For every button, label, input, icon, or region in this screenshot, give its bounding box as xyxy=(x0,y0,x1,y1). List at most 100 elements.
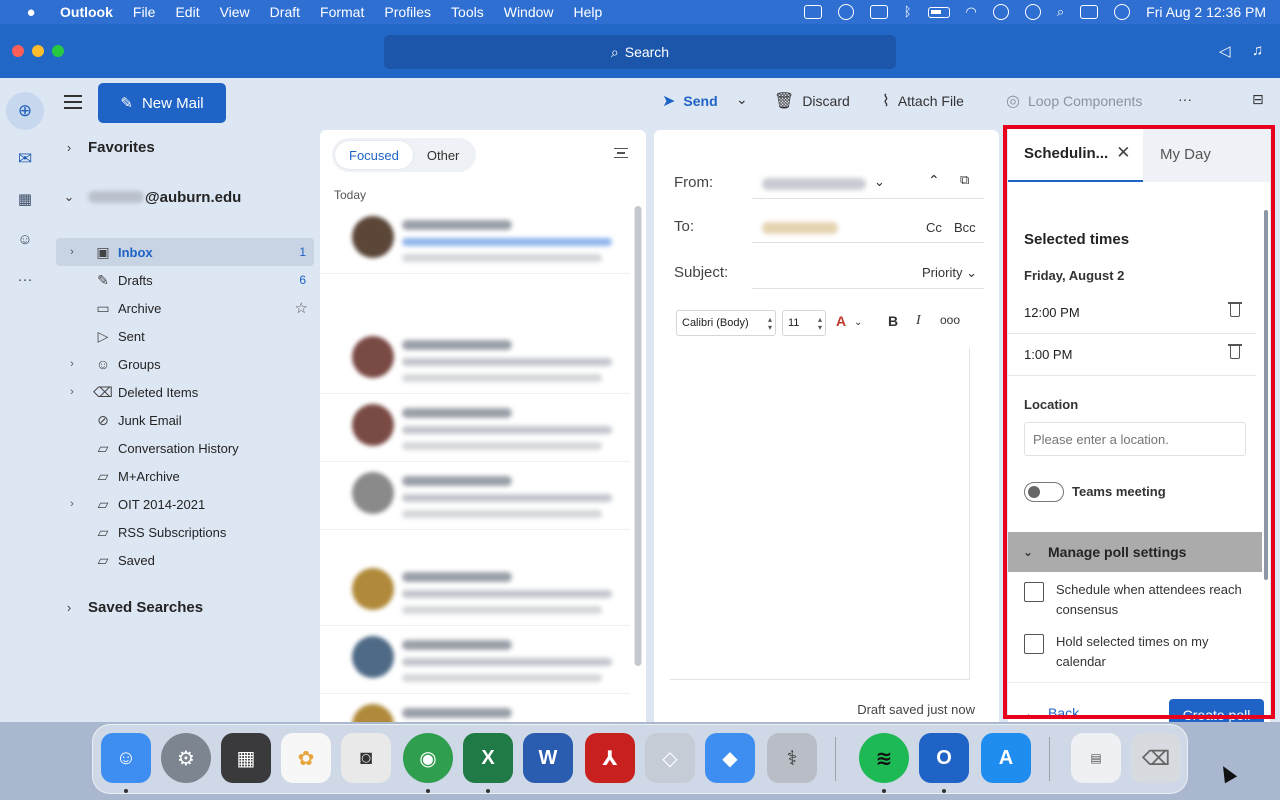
filter-icon[interactable] xyxy=(614,148,628,158)
bcc-button[interactable]: Bcc xyxy=(954,220,976,235)
menu-window[interactable]: Window xyxy=(494,4,564,20)
folder-conversation-history[interactable]: ▱ Conversation History xyxy=(56,434,314,462)
pane-scrollbar[interactable] xyxy=(1264,210,1268,580)
app-store-icon[interactable]: A xyxy=(981,733,1031,783)
menu-tools[interactable]: Tools xyxy=(441,4,494,20)
menu-file[interactable]: File xyxy=(123,4,166,20)
xlsx-document-icon[interactable]: ▤ xyxy=(1071,733,1121,783)
pop-out-icon[interactable]: ⧉ xyxy=(960,172,969,188)
menu-help[interactable]: Help xyxy=(564,4,613,20)
font-name-select[interactable]: Calibri (Body) ▴ ▾ xyxy=(676,310,776,336)
calculator-icon[interactable]: ▦ xyxy=(221,733,271,783)
collapse-pane-button[interactable]: ⊟ xyxy=(1252,91,1264,108)
outlook-icon[interactable]: O xyxy=(919,733,969,783)
wifi-icon[interactable]: ◠ xyxy=(966,5,977,19)
search-box[interactable]: ⌕ Search xyxy=(384,35,896,69)
excel-icon[interactable]: X xyxy=(463,733,513,783)
keyboard-status-icon[interactable] xyxy=(803,5,822,19)
folder-drafts[interactable]: ✎ Drafts 6 xyxy=(56,266,314,294)
menu-draft[interactable]: Draft xyxy=(260,4,310,20)
discard-button[interactable]: 🗑 Discard xyxy=(774,91,850,111)
account-section[interactable]: ⌄ @auburn.edu xyxy=(50,182,320,212)
message-item[interactable] xyxy=(320,558,630,626)
spotlight-icon[interactable]: ⌕ xyxy=(1057,5,1064,19)
globe-status-icon[interactable] xyxy=(837,4,854,20)
screenshot-icon[interactable]: ◙ xyxy=(341,733,391,783)
new-mail-button[interactable]: ✎ New Mail xyxy=(98,83,226,123)
menu-app-name[interactable]: Outlook xyxy=(50,4,123,20)
consensus-checkbox[interactable] xyxy=(1024,582,1044,602)
message-item[interactable] xyxy=(320,206,630,274)
create-poll-button[interactable]: Create poll xyxy=(1169,699,1264,722)
roblox-icon[interactable]: ◆ xyxy=(705,733,755,783)
chevron-right-icon[interactable]: › xyxy=(56,498,88,510)
globe-rail-icon[interactable]: ⊕ xyxy=(6,92,44,130)
recipient-chip-redacted[interactable] xyxy=(762,222,838,234)
from-address-redacted[interactable] xyxy=(762,178,866,190)
apple-menu-icon[interactable]: ● xyxy=(20,4,42,21)
teams-meeting-toggle[interactable] xyxy=(1024,482,1064,502)
trash-icon[interactable] xyxy=(1228,344,1242,359)
more-apps-icon[interactable]: ··· xyxy=(6,260,44,298)
folder-rss-subscriptions[interactable]: ▱ RSS Subscriptions xyxy=(56,518,314,546)
photos-icon[interactable]: ✿ xyxy=(281,733,331,783)
user-status-icon[interactable] xyxy=(992,4,1009,20)
priority-dropdown[interactable]: Priority ⌄ xyxy=(922,265,977,281)
roblox-studio-icon[interactable]: ◇ xyxy=(645,733,695,783)
from-dropdown-chevron[interactable]: ⌄ xyxy=(874,174,885,190)
menu-view[interactable]: View xyxy=(210,4,260,20)
folder-junk-email[interactable]: ⊘ Junk Email xyxy=(56,406,314,434)
bell-icon[interactable]: ♫ xyxy=(1252,42,1263,59)
folder-sent[interactable]: ▷ Sent xyxy=(56,322,314,350)
drive-status-icon[interactable] xyxy=(869,5,888,19)
more-options-button[interactable]: ··· xyxy=(1178,91,1192,107)
collapse-header-icon[interactable]: ⌃ xyxy=(928,172,940,189)
favorites-section[interactable]: › Favorites xyxy=(50,132,320,162)
message-item[interactable] xyxy=(320,462,630,530)
attach-file-button[interactable]: ⌇ Attach File xyxy=(882,91,964,111)
tab-focused[interactable]: Focused xyxy=(335,141,413,169)
chevron-right-icon[interactable]: › xyxy=(56,386,88,398)
menu-edit[interactable]: Edit xyxy=(165,4,209,20)
word-icon[interactable]: W xyxy=(523,733,573,783)
message-item[interactable] xyxy=(320,626,630,694)
close-window-button[interactable] xyxy=(12,45,24,57)
folder-archive[interactable]: ▭ Archive ☆ xyxy=(56,294,314,322)
finder-icon[interactable]: ☺ xyxy=(101,733,151,783)
message-list-scroll-thumb[interactable] xyxy=(635,206,641,666)
mail-rail-icon[interactable]: ✉ xyxy=(6,140,44,178)
folder-saved[interactable]: ▱ Saved xyxy=(56,546,314,574)
bluetooth-icon[interactable]: ᛒ xyxy=(904,5,912,19)
message-item[interactable] xyxy=(320,394,630,462)
manage-poll-settings-header[interactable]: ⌄ Manage poll settings xyxy=(1008,532,1262,572)
menu-format[interactable]: Format xyxy=(310,4,374,20)
menubar-clock[interactable]: Fri Aug 2 12:36 PM xyxy=(1146,4,1266,20)
trash-icon[interactable] xyxy=(1228,302,1242,317)
system-settings-icon[interactable]: ⚙ xyxy=(161,733,211,783)
folder-groups[interactable]: › ☺ Groups xyxy=(56,350,314,378)
chrome-icon[interactable]: ◉ xyxy=(403,733,453,783)
back-button[interactable]: ← Back xyxy=(1024,705,1079,721)
minimize-window-button[interactable] xyxy=(32,45,44,57)
saved-searches-section[interactable]: › Saved Searches xyxy=(50,592,320,622)
folder-inbox[interactable]: › ▣ Inbox 1 xyxy=(56,238,314,266)
megaphone-icon[interactable]: ◁ xyxy=(1219,42,1231,60)
hold-times-checkbox[interactable] xyxy=(1024,634,1044,654)
message-item[interactable] xyxy=(320,326,630,394)
folder-m-archive[interactable]: ▱ M+Archive xyxy=(56,462,314,490)
cc-button[interactable]: Cc xyxy=(926,220,942,235)
tab-scheduling[interactable]: Schedulin... ✕ xyxy=(1008,126,1143,182)
calendar-rail-icon[interactable]: ▦ xyxy=(6,180,44,218)
control-center-icon[interactable] xyxy=(1080,5,1099,19)
spotify-icon[interactable]: ≋ xyxy=(859,733,909,783)
people-rail-icon[interactable]: ☺ xyxy=(6,220,44,258)
battery-icon[interactable] xyxy=(927,6,950,18)
bold-icon[interactable]: B xyxy=(888,313,898,329)
more-formatting-icon[interactable]: ooo xyxy=(940,313,960,327)
star-favorite-icon[interactable]: ☆ xyxy=(295,299,308,317)
message-item[interactable] xyxy=(320,694,630,722)
font-size-select[interactable]: 11 ▴ ▾ xyxy=(782,310,826,336)
tab-other[interactable]: Other xyxy=(413,141,474,169)
menu-profiles[interactable]: Profiles xyxy=(374,4,441,20)
close-icon[interactable]: ✕ xyxy=(1116,143,1130,163)
